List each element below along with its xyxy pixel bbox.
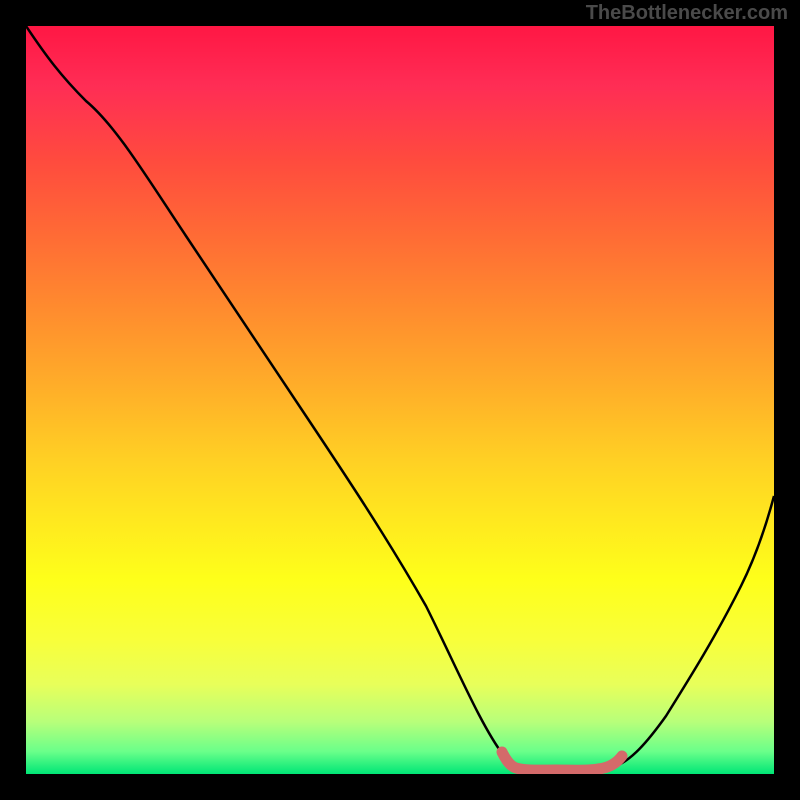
- highlight-flourish: [502, 752, 622, 770]
- attribution-text: TheBottlenecker.com: [586, 2, 788, 25]
- chart-svg: [26, 26, 774, 774]
- bottleneck-curve-line: [26, 26, 774, 770]
- plot-area: [26, 26, 774, 774]
